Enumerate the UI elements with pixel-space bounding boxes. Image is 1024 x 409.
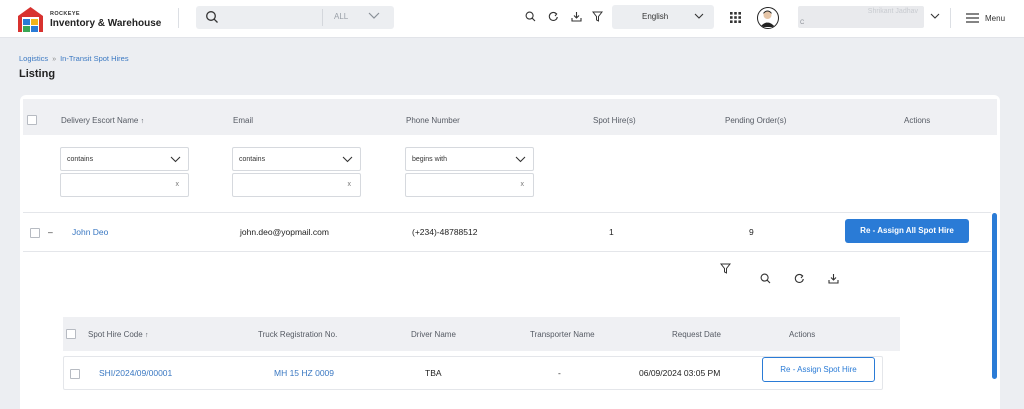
driver-name: TBA [425,368,442,378]
divider [950,8,951,28]
search-icon [206,11,218,23]
escort-phone: (+234)-48788512 [412,227,478,237]
column-header-pending-orders: Pending Order(s) [725,116,787,125]
chevron-down-icon [170,156,181,163]
chevron-down-icon [342,156,353,163]
transporter-name: - [558,368,561,378]
spot-hire-code-link[interactable]: SHI/2024/09/00001 [99,368,172,378]
divider [178,8,179,28]
search-icon[interactable] [760,273,771,284]
column-header-driver-name: Driver Name [411,330,456,339]
column-header-truck-registration: Truck Registration No. [258,330,338,339]
pending-orders-count: 9 [749,227,754,237]
column-header-escort-name[interactable]: Delivery Escort Name ↑ [61,116,144,125]
reassign-all-spot-hire-button[interactable]: Re - Assign All Spot Hire [845,219,969,243]
search-divider [322,9,323,26]
global-search[interactable]: ALL [196,6,394,29]
chevron-down-icon [694,13,704,19]
avatar-person-icon [760,10,775,27]
sort-arrow-icon: ↑ [144,332,149,339]
request-date: 06/09/2024 03:05 PM [639,368,721,378]
escort-name-link[interactable]: John Deo [72,227,108,237]
breadcrumb-item-logistics[interactable]: Logistics [19,54,48,63]
phone-filter-operator[interactable]: begins with [405,147,534,171]
spot-hire-table-header: Spot Hire Code ↑ Truck Registration No. … [63,317,900,351]
brand-tagline: ROCKEYE [50,11,80,17]
column-header-phone: Phone Number [406,116,460,125]
hamburger-icon[interactable] [966,13,979,23]
row-checkbox[interactable] [30,228,40,238]
chevron-down-icon[interactable] [368,12,380,20]
filter-icon[interactable] [720,263,731,274]
name-filter-operator[interactable]: contains [60,147,189,171]
user-role: C [800,20,805,26]
refresh-icon[interactable] [548,11,559,22]
rockeye-logo-icon[interactable] [17,5,44,33]
language-label: English [642,12,669,21]
language-select[interactable]: English [612,5,714,29]
email-filter-operator[interactable]: contains [232,147,361,171]
menu-label[interactable]: Menu [985,14,1005,23]
apps-grid-icon[interactable] [730,12,741,23]
truck-registration-link[interactable]: MH 15 HZ 0009 [274,368,334,378]
breadcrumb: Logistics » In-Transit Spot Hires [19,54,129,63]
email-filter-input[interactable]: x [232,173,361,197]
table-header: Delivery Escort Name ↑ Email Phone Numbe… [23,99,997,135]
reassign-spot-hire-button[interactable]: Re - Assign Spot Hire [762,357,875,382]
user-name: Shrikant Jadhav [867,8,918,15]
filter-icon[interactable] [592,11,603,22]
column-header-actions: Actions [904,116,931,125]
search-scope-select[interactable]: ALL [334,12,348,21]
select-all-checkbox[interactable] [27,115,37,125]
download-icon[interactable] [828,273,839,284]
user-info[interactable]: Shrikant Jadhav C [798,6,924,28]
escort-email: john.deo@yopmail.com [240,227,329,237]
user-avatar[interactable] [757,7,779,29]
sort-arrow-icon: ↑ [140,118,145,125]
download-icon[interactable] [571,11,582,22]
clear-icon[interactable]: x [348,181,352,188]
listing-card: Delivery Escort Name ↑ Email Phone Numbe… [20,95,1000,409]
spot-hire-row-checkbox[interactable] [70,369,80,379]
column-header-actions: Actions [789,330,816,339]
refresh-icon[interactable] [794,273,805,284]
column-header-request-date: Request Date [672,330,721,339]
name-filter-input[interactable]: x [60,173,189,197]
column-header-email: Email [233,116,254,125]
app-title: Inventory & Warehouse [50,18,162,29]
collapse-row-toggle[interactable]: – [48,227,53,237]
chevron-down-icon[interactable] [930,13,940,20]
column-header-transporter-name: Transporter Name [530,330,595,339]
row-divider [23,251,991,252]
top-navigation-bar: ROCKEYE Inventory & Warehouse ALL Englis… [0,0,1024,38]
spot-hire-row: SHI/2024/09/00001 MH 15 HZ 0009 TBA - 06… [63,356,883,390]
column-header-spot-hires: Spot Hire(s) [593,116,636,125]
clear-icon[interactable]: x [176,181,180,188]
column-header-spot-hire-code[interactable]: Spot Hire Code ↑ [88,330,148,339]
chevron-down-icon [515,156,526,163]
select-all-spot-hires-checkbox[interactable] [66,329,76,339]
vertical-scrollbar[interactable] [992,213,997,379]
breadcrumb-item-in-transit[interactable]: In-Transit Spot Hires [60,54,129,63]
spot-hires-count: 1 [609,227,614,237]
row-divider [23,212,991,213]
breadcrumb-separator-icon: » [52,56,57,63]
page-title: Listing [19,68,56,80]
search-icon[interactable] [525,11,536,22]
clear-icon[interactable]: x [521,181,525,188]
phone-filter-input[interactable]: x [405,173,534,197]
